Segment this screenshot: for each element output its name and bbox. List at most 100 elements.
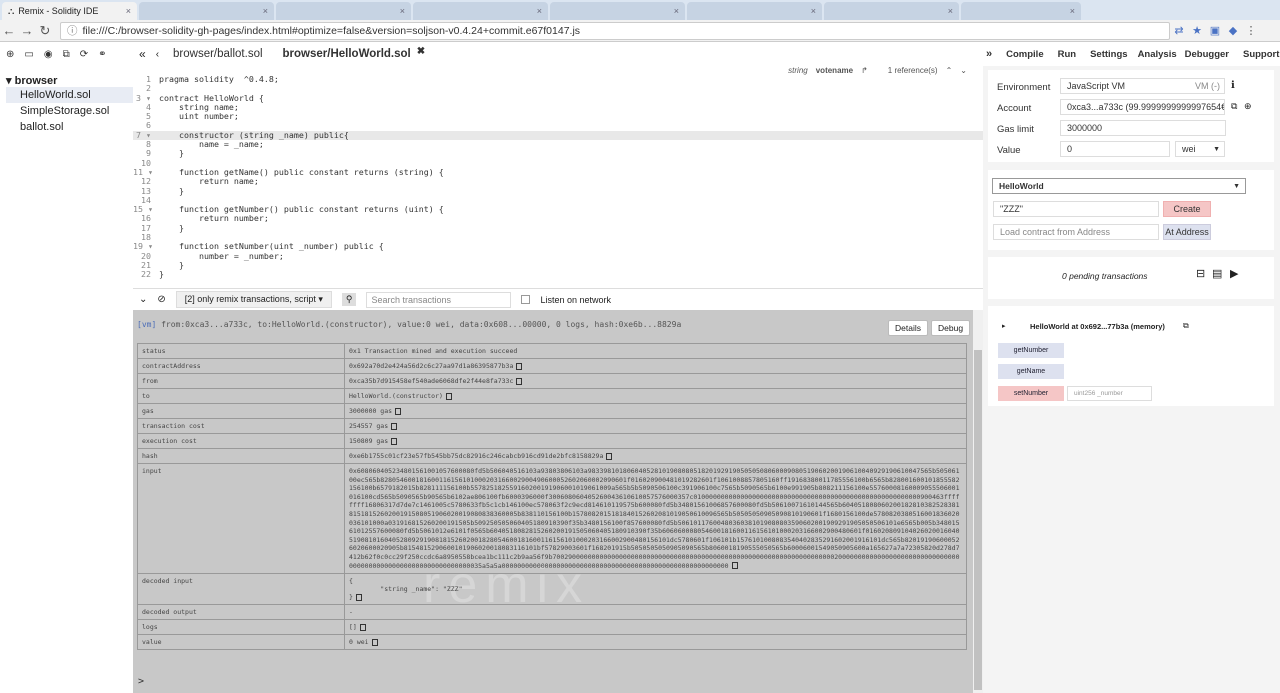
scroll-thumb[interactable] [974,350,982,690]
transaction-filter-select[interactable]: [2] only remix transactions, script ▾ [175,291,332,308]
at-address-input[interactable]: Load contract from Address [993,224,1159,240]
browser-tab[interactable]: × [550,2,685,20]
copy-icon[interactable] [395,407,402,415]
value-label: Value [997,145,1021,156]
ref-name: votename [815,66,854,75]
tab-run[interactable]: Run [1058,49,1076,60]
menu-icon[interactable]: ⋮ [1242,24,1260,37]
transaction-summary[interactable]: [vm] from:0xca3...a733c, to:HelloWorld.(… [137,320,681,329]
terminal-scrollbar[interactable] [973,310,983,693]
close-tab-icon[interactable]: × [400,6,405,16]
clear-icon[interactable]: ⊟ [1196,267,1205,280]
extension-icon[interactable]: ◆ [1224,24,1242,37]
translate-icon[interactable]: ⇄ [1170,24,1188,37]
open-folder-icon[interactable]: ▭ [24,49,33,60]
extension-icon[interactable]: ▣ [1206,24,1224,37]
close-tab-icon[interactable]: ✖ [417,46,425,57]
environment-select[interactable]: JavaScript VM VM (-) [1060,78,1225,94]
tab-settings[interactable]: Settings [1090,49,1127,60]
setnumber-input[interactable]: uint256 _number [1067,386,1152,401]
play-icon[interactable]: ▶ [1230,267,1238,280]
connect-icon[interactable]: ⟳ [80,49,88,60]
browser-tab[interactable]: × [824,2,959,20]
close-tab-icon[interactable]: × [948,6,953,16]
url-input[interactable]: ⓘ file:///C:/browser-solidity-gh-pages/i… [60,21,1170,40]
getnumber-button[interactable]: getNumber [998,343,1064,358]
folder-browser[interactable]: ▾ browser [6,74,133,87]
goto-icon[interactable]: ↱ [861,66,868,75]
close-tab-icon[interactable]: × [674,6,679,16]
close-tab-icon[interactable]: × [537,6,542,16]
copy-icon[interactable] [516,362,523,370]
bookmark-star-icon[interactable]: ★ [1188,24,1206,37]
file-item[interactable]: ballot.sol [6,119,133,135]
tab-compile[interactable]: Compile [1006,49,1043,60]
clear-console-icon[interactable]: ⊘ [157,294,165,305]
collapse-left-icon[interactable]: « [133,47,152,61]
code-text: } [159,269,164,280]
tab-analysis[interactable]: Analysis [1138,49,1177,60]
details-button[interactable]: Details [888,320,928,336]
copy-icon[interactable] [445,392,452,400]
chevron-down-icon[interactable]: ⌄ [139,294,147,305]
browser-tab[interactable]: × [413,2,548,20]
copy-icon[interactable] [731,562,738,570]
browser-tab[interactable]: × [139,2,274,20]
copy-address-icon[interactable]: ⧉ [1183,321,1189,331]
tx-row: decoded output - [137,604,967,621]
chevron-down-icon[interactable]: ⌄ [960,66,967,75]
constructor-args-input[interactable]: "ZZZ" [993,201,1159,217]
gaslimit-input[interactable]: 3000000 [1060,120,1226,136]
getname-button[interactable]: getName [998,364,1064,379]
close-tab-icon[interactable]: × [1070,6,1075,16]
reload-icon[interactable]: ↻ [36,23,54,39]
copy-files-icon[interactable]: ⧉ [63,49,70,60]
add-account-icon[interactable]: ⊕ [1244,101,1252,112]
scroll-left-icon[interactable]: ‹ [152,49,163,60]
browser-tab[interactable]: × [276,2,411,20]
copy-icon[interactable] [391,437,398,445]
tab-debugger[interactable]: Debugger [1185,49,1229,60]
value-input[interactable]: 0 [1060,141,1170,157]
account-select[interactable]: 0xca3...a733c (99.9999999999997654€ [1060,99,1225,115]
close-tab-icon[interactable]: × [126,6,131,16]
at-address-button[interactable]: At Address [1163,224,1211,240]
chevron-up-icon[interactable]: ⌃ [946,66,953,75]
tab-helloworld[interactable]: browser/HelloWorld.sol ✖ [273,46,436,61]
github-icon[interactable]: ◉ [44,49,53,60]
browser-tab[interactable]: × [687,2,822,20]
back-arrow-icon[interactable]: ← [0,23,18,38]
file-item[interactable]: HelloWorld.sol [6,87,133,103]
terminal-prompt[interactable]: > [138,676,144,687]
copy-icon[interactable] [606,452,613,460]
copy-icon[interactable] [355,593,362,601]
tx-value: HelloWorld.(constructor) [349,392,443,400]
listen-checkbox[interactable] [521,295,531,304]
value-unit-select[interactable]: wei ▼ [1175,141,1225,157]
setnumber-button[interactable]: setNumber [998,386,1064,401]
create-button[interactable]: Create [1163,201,1211,217]
debug-button[interactable]: Debug [931,320,971,336]
forward-arrow-icon[interactable]: → [18,23,36,38]
new-file-icon[interactable]: ⊕ [6,49,14,60]
copy-icon[interactable]: ⧉ [1231,101,1237,112]
link-icon[interactable]: ⚭ [98,49,106,60]
copy-icon[interactable] [391,422,398,430]
search-transactions-input[interactable]: Search transactions [366,291,512,308]
browser-tab[interactable]: × [961,2,1081,20]
contract-select[interactable]: HelloWorld ▼ [992,178,1246,194]
code-editor[interactable]: string votename ↱ 1 reference(s) ⌃ ⌄ 1 pr… [133,66,983,288]
save-icon[interactable]: ▤ [1212,267,1222,280]
info-icon[interactable]: ℹ [1231,80,1235,91]
caret-icon[interactable]: ▸ [1002,322,1006,330]
copy-icon[interactable] [371,638,378,646]
copy-icon[interactable] [516,377,523,385]
tab-support[interactable]: Support [1243,49,1279,60]
browser-tab-remix[interactable]: ⛬ Remix - Solidity IDE × [2,2,137,20]
collapse-right-icon[interactable]: » [986,48,992,60]
close-tab-icon[interactable]: × [811,6,816,16]
tab-ballot[interactable]: browser/ballot.sol [163,48,272,60]
file-item[interactable]: SimpleStorage.sol [6,103,133,119]
close-tab-icon[interactable]: × [263,6,268,16]
copy-icon[interactable] [359,623,366,631]
